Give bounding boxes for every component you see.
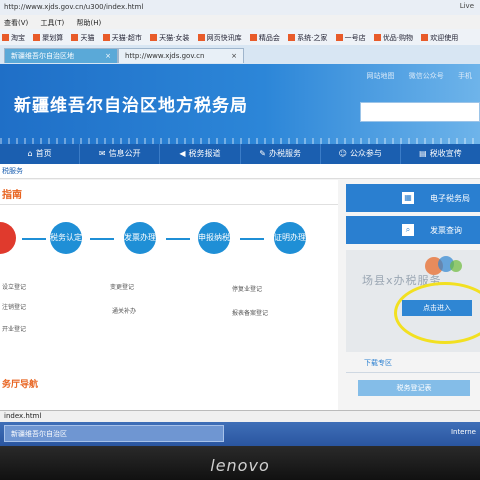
favorite-icon — [150, 34, 158, 41]
main-nav: ⌂ 首页 ✉ 信息公开 ◀ 税务报道 ✎ 办税服务 ☺ 公众参与 ▤ 税收宣传 — [0, 144, 480, 164]
favorite-item[interactable]: 优品·购物 — [373, 33, 413, 43]
service-hall-banner[interactable]: 场县x办税服务 点击进入 — [346, 250, 480, 352]
taskbar-right: Interne — [450, 428, 476, 436]
favorite-icon — [249, 34, 257, 41]
step-first[interactable] — [0, 222, 16, 254]
megaphone-icon: ◀ — [179, 149, 186, 158]
nav-item-public[interactable]: ☺ 公众参与 — [321, 144, 401, 164]
nav-item-info[interactable]: ✉ 信息公开 — [80, 144, 161, 164]
tab-inactive[interactable]: http://www.xjds.gov.cn × — [118, 48, 244, 63]
flow-connector — [90, 238, 114, 240]
address-bar[interactable]: http://www.xjds.gov.cn/u300/index.html L… — [0, 0, 480, 16]
favorite-icon — [288, 34, 296, 41]
side-panel: ▦ 电子税务局 ⌕ 发票查询 场县x办税服务 点击进入 下载专区 税务登记表 — [346, 184, 480, 410]
browser-window: http://www.xjds.gov.cn/u300/index.html L… — [0, 0, 480, 446]
live-search-icon[interactable]: Live — [460, 2, 474, 10]
taskbar-item[interactable]: 新疆维吾尔自治区 — [4, 425, 224, 442]
guide-title: 指南 — [2, 190, 22, 201]
link-item[interactable]: 通关补办 — [112, 306, 136, 315]
nav-item-promo[interactable]: ▤ 税收宣传 — [401, 144, 480, 164]
header-toplinks: 网站地图 微信公众号 手机 — [355, 71, 472, 81]
step-tax-registration[interactable]: 税务认定 — [50, 222, 82, 254]
link-item[interactable]: 注销登记 — [2, 302, 26, 311]
favorite-item[interactable]: 欢迎使用 — [421, 33, 458, 43]
doc-icon: ✎ — [259, 149, 266, 158]
flow-connector — [240, 238, 264, 240]
flow-connector — [22, 238, 46, 240]
favorite-icon — [33, 34, 41, 41]
site-title: 新疆维吾尔自治区地方税务局 — [14, 96, 248, 116]
people-icon: ☺ — [338, 149, 347, 158]
taskbar: 新疆维吾尔自治区 Interne — [0, 422, 480, 446]
search-icon: ⌕ — [402, 224, 414, 236]
document-icon: ▦ — [402, 192, 414, 204]
mobile-link[interactable]: 手机 — [458, 72, 472, 80]
favorite-item[interactable]: 聚划算 — [33, 33, 63, 43]
search-input[interactable] — [360, 102, 480, 122]
enter-button[interactable]: 点击进入 — [402, 300, 472, 316]
download-button[interactable]: 税务登记表 — [358, 380, 470, 396]
step-certificate[interactable]: 证明办理 — [274, 222, 306, 254]
invoice-query-button[interactable]: ⌕ 发票查询 — [346, 216, 480, 244]
favorite-icon — [2, 34, 9, 41]
nav-item-home[interactable]: ⌂ 首页 — [0, 144, 81, 164]
favorite-icon — [335, 34, 343, 41]
download-title: 下载专区 — [346, 358, 480, 373]
link-item[interactable]: 变更登记 — [110, 282, 134, 291]
favorite-item[interactable]: 淘宝 — [2, 33, 25, 43]
wechat-link[interactable]: 微信公众号 — [409, 72, 444, 80]
favorite-item[interactable]: 系统·之家 — [288, 33, 327, 43]
menu-tools[interactable]: 工具(T) — [41, 18, 65, 28]
flow-connector — [166, 238, 190, 240]
link-item[interactable]: 停复业登记 — [232, 284, 262, 293]
favorite-icon — [373, 34, 381, 41]
hall-nav-title: 务厅导航 — [2, 380, 39, 390]
monitor-bezel: lenovo — [0, 446, 480, 480]
link-item[interactable]: 设立登记 — [2, 282, 26, 291]
nav-item-news[interactable]: ◀ 税务报道 — [160, 144, 241, 164]
step-invoice[interactable]: 发票办理 — [124, 222, 156, 254]
close-icon[interactable]: × — [231, 49, 237, 63]
menu-view[interactable]: 查看(V) — [4, 18, 28, 28]
favorite-item[interactable]: 天猫·女装 — [150, 33, 189, 43]
favorite-item[interactable]: 网页快讯库 — [197, 33, 242, 43]
nav-item-service[interactable]: ✎ 办税服务 — [241, 144, 321, 164]
favorite-icon — [102, 34, 110, 41]
menu-help[interactable]: 帮助(H) — [76, 18, 101, 28]
favorite-item[interactable]: 精品会 — [249, 33, 280, 43]
favorites-bar: 淘宝 聚划算 天猫 天猫·超市 天猫·女装 网页快讯库 精品会 系统·之家 一号… — [0, 29, 480, 46]
link-item[interactable]: 开业登记 — [2, 324, 26, 333]
favorite-item[interactable]: 天猫 — [71, 33, 94, 43]
favorite-icon — [421, 34, 429, 41]
menu-bar: 查看(V) 工具(T) 帮助(H) — [0, 15, 480, 29]
favorite-item[interactable]: 一号店 — [335, 33, 366, 43]
brand-logo: lenovo — [210, 456, 270, 475]
link-item[interactable]: 报表备案登记 — [232, 308, 268, 317]
favorite-icon — [71, 34, 79, 41]
close-icon[interactable]: × — [105, 49, 111, 63]
tab-strip: 新疆维吾尔自治区地 × http://www.xjds.gov.cn × — [0, 45, 480, 65]
tab-active[interactable]: 新疆维吾尔自治区地 × — [4, 48, 118, 63]
chat-icon: ✉ — [98, 149, 106, 158]
site-header: 网站地图 微信公众号 手机 新疆维吾尔自治区地方税务局 — [0, 64, 480, 144]
book-icon: ▤ — [419, 149, 427, 158]
favorite-icon — [197, 34, 205, 41]
etax-button[interactable]: ▦ 电子税务局 — [346, 184, 480, 212]
breadcrumb: 税服务 — [0, 164, 480, 179]
live-label: Live — [459, 2, 474, 10]
divider — [0, 204, 338, 205]
url-text[interactable]: http://www.xjds.gov.cn/u300/index.html — [4, 3, 143, 11]
main-panel: 指南 税务认定 发票办理 申报纳税 证明办理 设立登记 变更登记 停复业登记 注… — [0, 180, 338, 410]
process-flow: 税务认定 发票办理 申报纳税 证明办理 — [0, 220, 338, 270]
favorite-item[interactable]: 天猫·超市 — [102, 33, 142, 43]
step-filing[interactable]: 申报纳税 — [198, 222, 230, 254]
home-icon: ⌂ — [27, 149, 33, 158]
sitemap-link[interactable]: 网站地图 — [367, 72, 395, 80]
